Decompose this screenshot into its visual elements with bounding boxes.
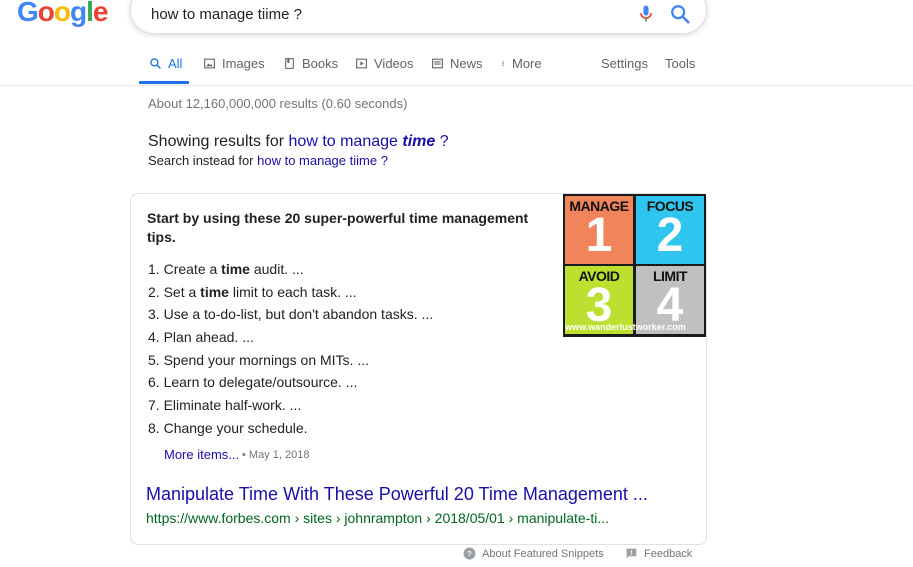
showing-prefix: Showing results for bbox=[148, 133, 289, 150]
tab-label: Videos bbox=[374, 56, 414, 71]
instead-prefix: Search instead for bbox=[148, 153, 258, 168]
tab-books[interactable]: Books bbox=[283, 56, 338, 71]
about-featured-snippets[interactable]: ? About Featured Snippets bbox=[463, 547, 604, 560]
logo-letter: o bbox=[37, 0, 55, 27]
corrected-query-text: how to manage bbox=[288, 133, 403, 150]
corrected-query-link[interactable]: how to manage time ? bbox=[289, 133, 449, 150]
image-icon bbox=[204, 58, 215, 69]
result-stats: About 12,160,000,000 results (0.60 secon… bbox=[148, 96, 408, 111]
list-item: 7. Eliminate half-work. ... bbox=[148, 397, 302, 414]
tab-label: Images bbox=[222, 56, 265, 71]
list-item: 5. Spend your mornings on MITs. ... bbox=[148, 351, 370, 368]
result-url: https://www.forbes.com › sites › johnram… bbox=[146, 510, 609, 526]
list-item: 6. Learn to delegate/outsource. ... bbox=[148, 374, 358, 391]
list-item: 3. Use a to-do-list, but don't abandon t… bbox=[148, 306, 434, 323]
tab-videos[interactable]: Videos bbox=[355, 56, 414, 71]
logo-letter: G bbox=[17, 0, 39, 27]
search-icon[interactable] bbox=[669, 3, 691, 25]
microphone-icon[interactable] bbox=[636, 3, 656, 25]
feedback-label: Feedback bbox=[644, 547, 693, 560]
tab-label: News bbox=[450, 56, 483, 71]
google-logo[interactable]: Google bbox=[17, 0, 109, 28]
tab-label: Books bbox=[302, 56, 339, 71]
feedback-icon bbox=[626, 548, 637, 559]
snippet-heading: Start by using these 20 super-powerful t… bbox=[147, 210, 529, 245]
image-quadrant-manage: MANAGE 1 bbox=[565, 196, 633, 264]
snippet-date: • May 1, 2018 bbox=[242, 449, 310, 461]
search-input[interactable] bbox=[149, 5, 613, 24]
search-tabs: All Images Books Videos News More Settin… bbox=[0, 50, 913, 86]
list-item: 1. Create a time audit. ... bbox=[148, 261, 304, 277]
featured-snippet: Start by using these 20 super-powerful t… bbox=[130, 193, 707, 545]
result-title-link[interactable]: Manipulate Time With These Powerful 20 T… bbox=[146, 484, 648, 505]
snippet-image[interactable]: MANAGE 1 FOCUS 2 AVOID 3 LIMIT 4 www.wan… bbox=[563, 194, 706, 337]
corrected-word: time bbox=[402, 133, 436, 150]
search-instead-for: Search instead for how to manage tiime ? bbox=[148, 153, 388, 168]
tab-all[interactable]: All bbox=[149, 56, 182, 71]
news-icon bbox=[432, 58, 443, 69]
search-box bbox=[130, 0, 707, 34]
list-item: 2. Set a time limit to each task. ... bbox=[148, 283, 357, 300]
snippet-list: 1. Create a time audit. ... 2. Set a tim… bbox=[148, 258, 433, 440]
logo-letter: g bbox=[70, 0, 87, 27]
more-vertical-icon bbox=[502, 61, 504, 66]
image-watermark: www.wanderlustworker.com bbox=[565, 322, 686, 332]
active-tab-indicator bbox=[139, 81, 189, 84]
tab-settings[interactable]: Settings bbox=[601, 56, 648, 71]
logo-letter: o bbox=[53, 0, 71, 27]
search-icon bbox=[150, 58, 161, 69]
list-item: 4. Plan ahead. ... bbox=[148, 329, 254, 346]
tab-images[interactable]: Images bbox=[203, 56, 265, 71]
tab-label: Tools bbox=[665, 56, 696, 71]
book-icon bbox=[285, 58, 294, 69]
help-circle-icon: ? bbox=[463, 547, 476, 560]
tab-more[interactable]: More bbox=[500, 56, 542, 71]
original-query-link[interactable]: how to manage tiime ? bbox=[257, 153, 388, 168]
logo-letter: e bbox=[92, 0, 109, 27]
image-quadrant-focus: FOCUS 2 bbox=[636, 196, 704, 264]
list-item: 8. Change your schedule. bbox=[148, 419, 308, 436]
svg-text:?: ? bbox=[467, 549, 472, 558]
tab-label: Settings bbox=[601, 56, 648, 71]
tab-label: More bbox=[512, 56, 542, 71]
logo-letter: l bbox=[86, 0, 94, 27]
about-label: About Featured Snippets bbox=[482, 547, 604, 560]
video-icon bbox=[356, 58, 367, 69]
corrected-suffix: ? bbox=[435, 133, 449, 150]
feedback-link[interactable]: Feedback bbox=[625, 547, 692, 560]
tab-label: All bbox=[168, 56, 183, 71]
tab-tools[interactable]: Tools bbox=[665, 56, 695, 71]
tab-news[interactable]: News bbox=[431, 56, 483, 71]
showing-results-for: Showing results for how to manage time ? bbox=[148, 133, 449, 151]
more-items-link[interactable]: More items... bbox=[164, 447, 239, 462]
